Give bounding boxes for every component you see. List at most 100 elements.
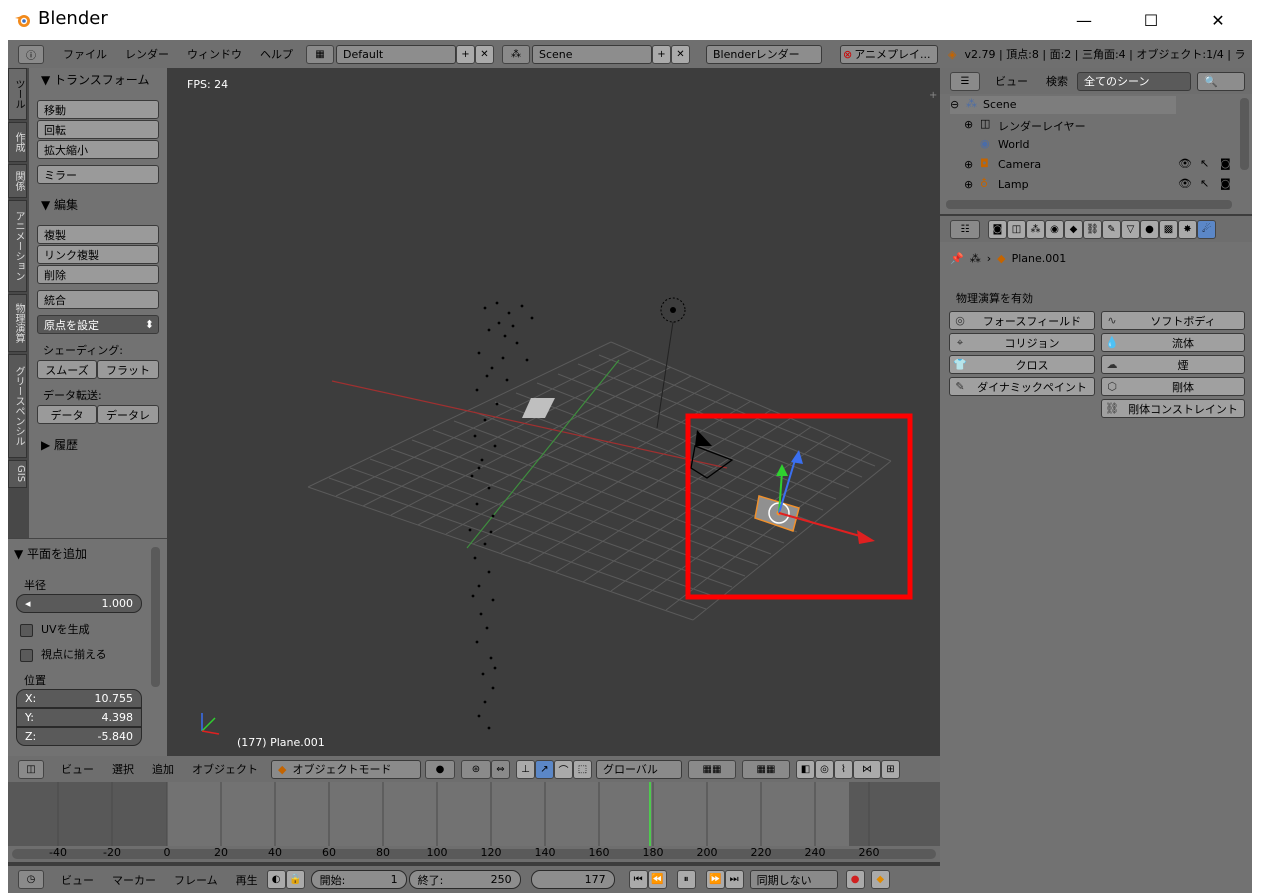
next-key-icon[interactable]: ⏩ — [705, 870, 725, 889]
location-x-field[interactable]: X: 10.755 — [16, 689, 142, 708]
outliner-filter-select[interactable]: 全てのシーン — [1077, 71, 1191, 91]
mode-select[interactable]: ◆ オブジェクトモード — [271, 759, 421, 779]
smooth-button[interactable]: スムーズ — [37, 360, 97, 379]
add-layout-icon[interactable]: + — [456, 44, 475, 64]
tl-menu-marker[interactable]: マーカー — [103, 872, 165, 888]
outliner-menu-view[interactable]: ビュー — [986, 73, 1037, 89]
menu-object[interactable]: オブジェクト — [183, 761, 267, 777]
lock-icon[interactable]: 🔒 — [285, 870, 305, 889]
collapse-icon[interactable]: ⊖ — [950, 98, 959, 111]
delete-button[interactable]: 削除 — [37, 265, 159, 284]
render-camera-icon[interactable]: ◙ — [1220, 157, 1231, 170]
soft-body-button[interactable]: ∿ ソフトボディ — [1101, 311, 1245, 330]
start-frame-field[interactable]: 開始: 1 — [310, 870, 407, 889]
rotate-manipulator-icon[interactable]: ⌒ — [554, 759, 573, 779]
pause-icon[interactable]: ⏸ — [676, 870, 696, 889]
rotate-button[interactable]: 回転 — [37, 120, 159, 139]
tab-grease-pencil[interactable]: グリースペンシル — [8, 354, 27, 458]
tl-menu-view[interactable]: ビュー — [52, 872, 103, 888]
operator-scrollbar[interactable] — [151, 547, 160, 687]
particles-tab-icon[interactable]: ✸ — [1178, 219, 1197, 239]
properties-editor-icon[interactable]: ☷ — [950, 219, 980, 239]
physics-tab-icon[interactable]: ☄ — [1197, 219, 1216, 239]
outliner-row-render-layer[interactable]: ⊕ ◫ レンダーレイヤー — [964, 116, 1184, 134]
render-camera-icon[interactable]: ◙ — [1220, 177, 1231, 190]
sync-select[interactable]: 同期しない — [749, 870, 838, 889]
jump-start-icon[interactable]: ⏮ — [628, 870, 648, 889]
smoke-button[interactable]: ☁ 煙 — [1101, 355, 1245, 374]
uv-option[interactable]: UVを生成 — [20, 621, 90, 637]
radius-field[interactable]: ◂ 1.000 — [16, 594, 142, 613]
world-tab-icon[interactable]: ◉ — [1045, 219, 1064, 239]
expand-icon[interactable]: ⊕ — [964, 118, 973, 131]
camera-object[interactable] — [690, 430, 734, 479]
duplicate-linked-button[interactable]: リンク複製 — [37, 245, 159, 264]
data-tab-icon[interactable]: ▽ — [1121, 219, 1140, 239]
mirror-button[interactable]: ミラー — [37, 165, 159, 184]
edit-panel-header[interactable]: ▼ 編集 — [41, 196, 78, 213]
tab-tools[interactable]: ツール — [8, 68, 27, 120]
material-tab-icon[interactable]: ● — [1140, 219, 1159, 239]
translate-manipulator-icon[interactable]: ⊥ — [516, 759, 535, 779]
modifiers-tab-icon[interactable]: ✎ — [1102, 219, 1121, 239]
layers-grid-icon[interactable]: ▦▦ — [688, 759, 736, 779]
menu-view[interactable]: ビュー — [52, 761, 103, 777]
timeline-area[interactable] — [8, 782, 940, 850]
menu-window[interactable]: ウィンドウ — [178, 46, 251, 62]
layout-field[interactable]: Default — [336, 44, 456, 64]
close-button[interactable]: ✕ — [1195, 0, 1241, 40]
auto-key-icon[interactable]: ◐ — [266, 870, 286, 889]
menu-help[interactable]: ヘルプ — [251, 46, 302, 62]
proportional-edit-icon[interactable]: ◎ — [815, 759, 834, 779]
constraints-tab-icon[interactable]: ⛓ — [1083, 219, 1102, 239]
render-engine-select[interactable]: Blenderレンダー — [706, 44, 822, 64]
rigid-body-button[interactable]: ⬡ 剛体 — [1101, 377, 1245, 396]
outliner-vscrollbar[interactable] — [1240, 98, 1249, 170]
tl-menu-playback[interactable]: 再生 — [227, 872, 267, 888]
pin-icon[interactable]: 📌 — [950, 252, 964, 265]
outliner-row-lamp[interactable]: ⊕ ♁ Lamp 👁 ↖ ◙ — [964, 176, 1250, 194]
screen-layout-icon[interactable]: ▦ — [306, 44, 334, 64]
render-preview-icon[interactable]: ⊞ — [881, 759, 900, 779]
menu-add[interactable]: 追加 — [143, 761, 183, 777]
timeline-editor-icon[interactable]: ◷ — [18, 870, 44, 889]
editor-type-icon[interactable]: ⓘ — [18, 44, 44, 64]
render-layers-tab-icon[interactable]: ◫ — [1007, 219, 1026, 239]
collision-button[interactable]: ⌖ コリジョン — [949, 333, 1095, 352]
menu-file[interactable]: ファイル — [54, 46, 116, 62]
prev-key-icon[interactable]: ⏪ — [647, 870, 667, 889]
maximize-button[interactable]: ☐ — [1128, 0, 1174, 40]
outliner-search-field[interactable]: 🔍 — [1197, 71, 1245, 91]
outliner-menu-search[interactable]: 検索 — [1037, 73, 1077, 89]
selected-plane-object[interactable] — [754, 495, 800, 532]
snap-element-icon[interactable]: ⋈ — [853, 759, 881, 779]
force-field-button[interactable]: ◎ フォースフィールド — [949, 311, 1095, 330]
tab-gis[interactable]: GIS — [8, 460, 27, 488]
operator-header[interactable]: ▼ 平面を追加 — [14, 545, 87, 562]
minimize-button[interactable]: — — [1061, 0, 1107, 40]
location-y-field[interactable]: Y: 4.398 — [16, 708, 142, 727]
join-button[interactable]: 統合 — [37, 290, 159, 309]
select-cursor-icon[interactable]: ↖ — [1200, 157, 1209, 170]
transform-panel-header[interactable]: ▼ トランスフォーム — [41, 71, 149, 88]
outliner-row-world[interactable]: ◉ World — [980, 136, 1180, 154]
cloth-button[interactable]: 👕 クロス — [949, 355, 1095, 374]
translate-button[interactable]: 移動 — [37, 100, 159, 119]
set-origin-select[interactable]: 原点を設定 ⬍ — [37, 315, 159, 334]
view3d-editor-icon[interactable]: ◫ — [18, 759, 44, 779]
tab-relations[interactable]: 関係 — [8, 164, 27, 198]
pivot-icon[interactable]: ⊛ — [461, 759, 491, 779]
fluid-button[interactable]: 💧 流体 — [1101, 333, 1245, 352]
rigid-body-constraint-button[interactable]: ⛓ 剛体コンストレイント — [1101, 399, 1245, 418]
tab-animation[interactable]: アニメーション — [8, 200, 27, 292]
object-tab-icon[interactable]: ◆ — [1064, 219, 1083, 239]
outliner-editor-icon[interactable]: ☰ — [950, 71, 980, 91]
orientation-select[interactable]: グローバル — [596, 759, 682, 779]
anim-play-button[interactable]: ⊗ アニメプレイ... — [840, 44, 938, 64]
dynamic-paint-button[interactable]: ✎ ダイナミックペイント — [949, 377, 1095, 396]
render-layer-toggle-icon[interactable]: ◧ — [796, 759, 815, 779]
align-view-checkbox[interactable] — [20, 648, 33, 662]
location-z-field[interactable]: Z: -5.840 — [16, 727, 142, 746]
visibility-eye-icon[interactable]: 👁 — [1178, 157, 1192, 170]
visibility-eye-icon[interactable]: 👁 — [1178, 177, 1192, 190]
